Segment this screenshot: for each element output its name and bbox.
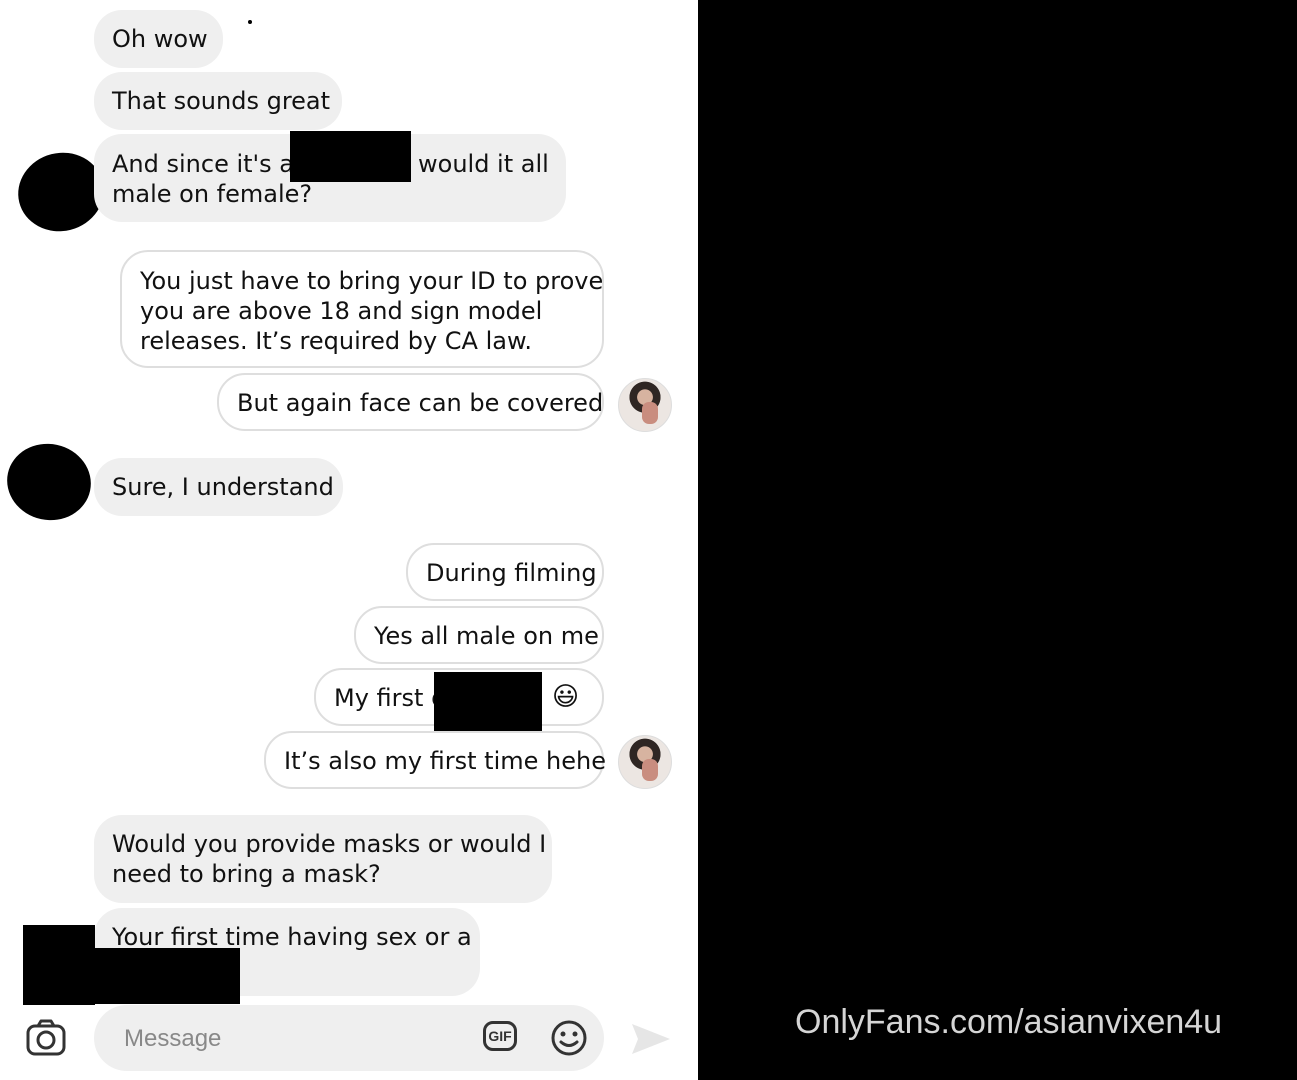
message-bubble-provide-masks: Would you provide masks or would I need …	[94, 815, 552, 903]
screenshot-stage: Oh wow That sounds great And since it's …	[0, 0, 1297, 1080]
message-text: During filming	[426, 559, 597, 587]
message-line-2: you are above 18 and sign model	[140, 297, 543, 325]
message-text-part-1: And since it's a	[112, 150, 294, 178]
send-icon[interactable]	[628, 1020, 674, 1058]
message-bubble-id-required: You just have to bring your ID to prove …	[120, 250, 604, 368]
watermark: OnlyFans.com/asianvixen4u	[795, 1003, 1223, 1041]
message-text-line-2: male on female?	[112, 180, 313, 208]
screen-dot	[248, 20, 252, 24]
message-bubble-oh-wow: Oh wow	[94, 10, 223, 68]
smiley-emoji: 😃	[552, 682, 580, 712]
message-bubble-face-covered: But again face can be covered	[217, 373, 604, 431]
profile-avatar	[618, 378, 672, 432]
message-text: It’s also my first time hehe	[284, 747, 606, 775]
message-bubble-yes-all-male-on-me: Yes all male on me	[354, 606, 604, 664]
message-line-1: You just have to bring your ID to prove	[140, 267, 604, 295]
redaction-block	[434, 672, 542, 733]
gif-button[interactable]: GIF	[483, 1021, 517, 1051]
message-line-1: Would you provide masks or would I	[112, 830, 547, 858]
message-text: Yes all male on me	[374, 622, 599, 650]
message-text: But again face can be covered	[237, 389, 604, 417]
message-text-part-2: would it all	[418, 150, 549, 178]
message-text: Sure, I understand	[112, 473, 334, 501]
message-bubble-and-since: And since it's a would it all male on fe…	[94, 131, 566, 222]
message-text: My first g	[334, 684, 447, 712]
message-text: That sounds great	[112, 87, 331, 115]
message-input[interactable]	[122, 1022, 456, 1056]
contact-avatar-scribble	[0, 436, 98, 528]
smiley-icon[interactable]	[550, 1019, 588, 1057]
message-bubble-sure-i-understand: Sure, I understand	[94, 458, 343, 516]
camera-icon[interactable]	[26, 1019, 66, 1057]
profile-avatar	[618, 735, 672, 789]
message-bubble-that-sounds-great: That sounds great	[94, 72, 342, 130]
message-line-2: need to bring a mask?	[112, 860, 381, 888]
message-bubble-during-filming: During filming	[406, 543, 604, 601]
redaction-block	[290, 131, 411, 182]
message-bubble-first-time-hehe: It’s also my first time hehe	[264, 731, 606, 789]
message-composer: GIF	[94, 1005, 604, 1071]
message-bubble-my-first: My first g 😃	[314, 668, 604, 733]
message-text: Your first time having sex or a	[112, 923, 472, 951]
message-text: Oh wow	[112, 25, 208, 53]
redaction-block	[23, 948, 240, 1004]
message-line-3: releases. It’s required by CA law.	[140, 327, 533, 355]
chat-panel: Oh wow That sounds great And since it's …	[0, 0, 698, 1080]
